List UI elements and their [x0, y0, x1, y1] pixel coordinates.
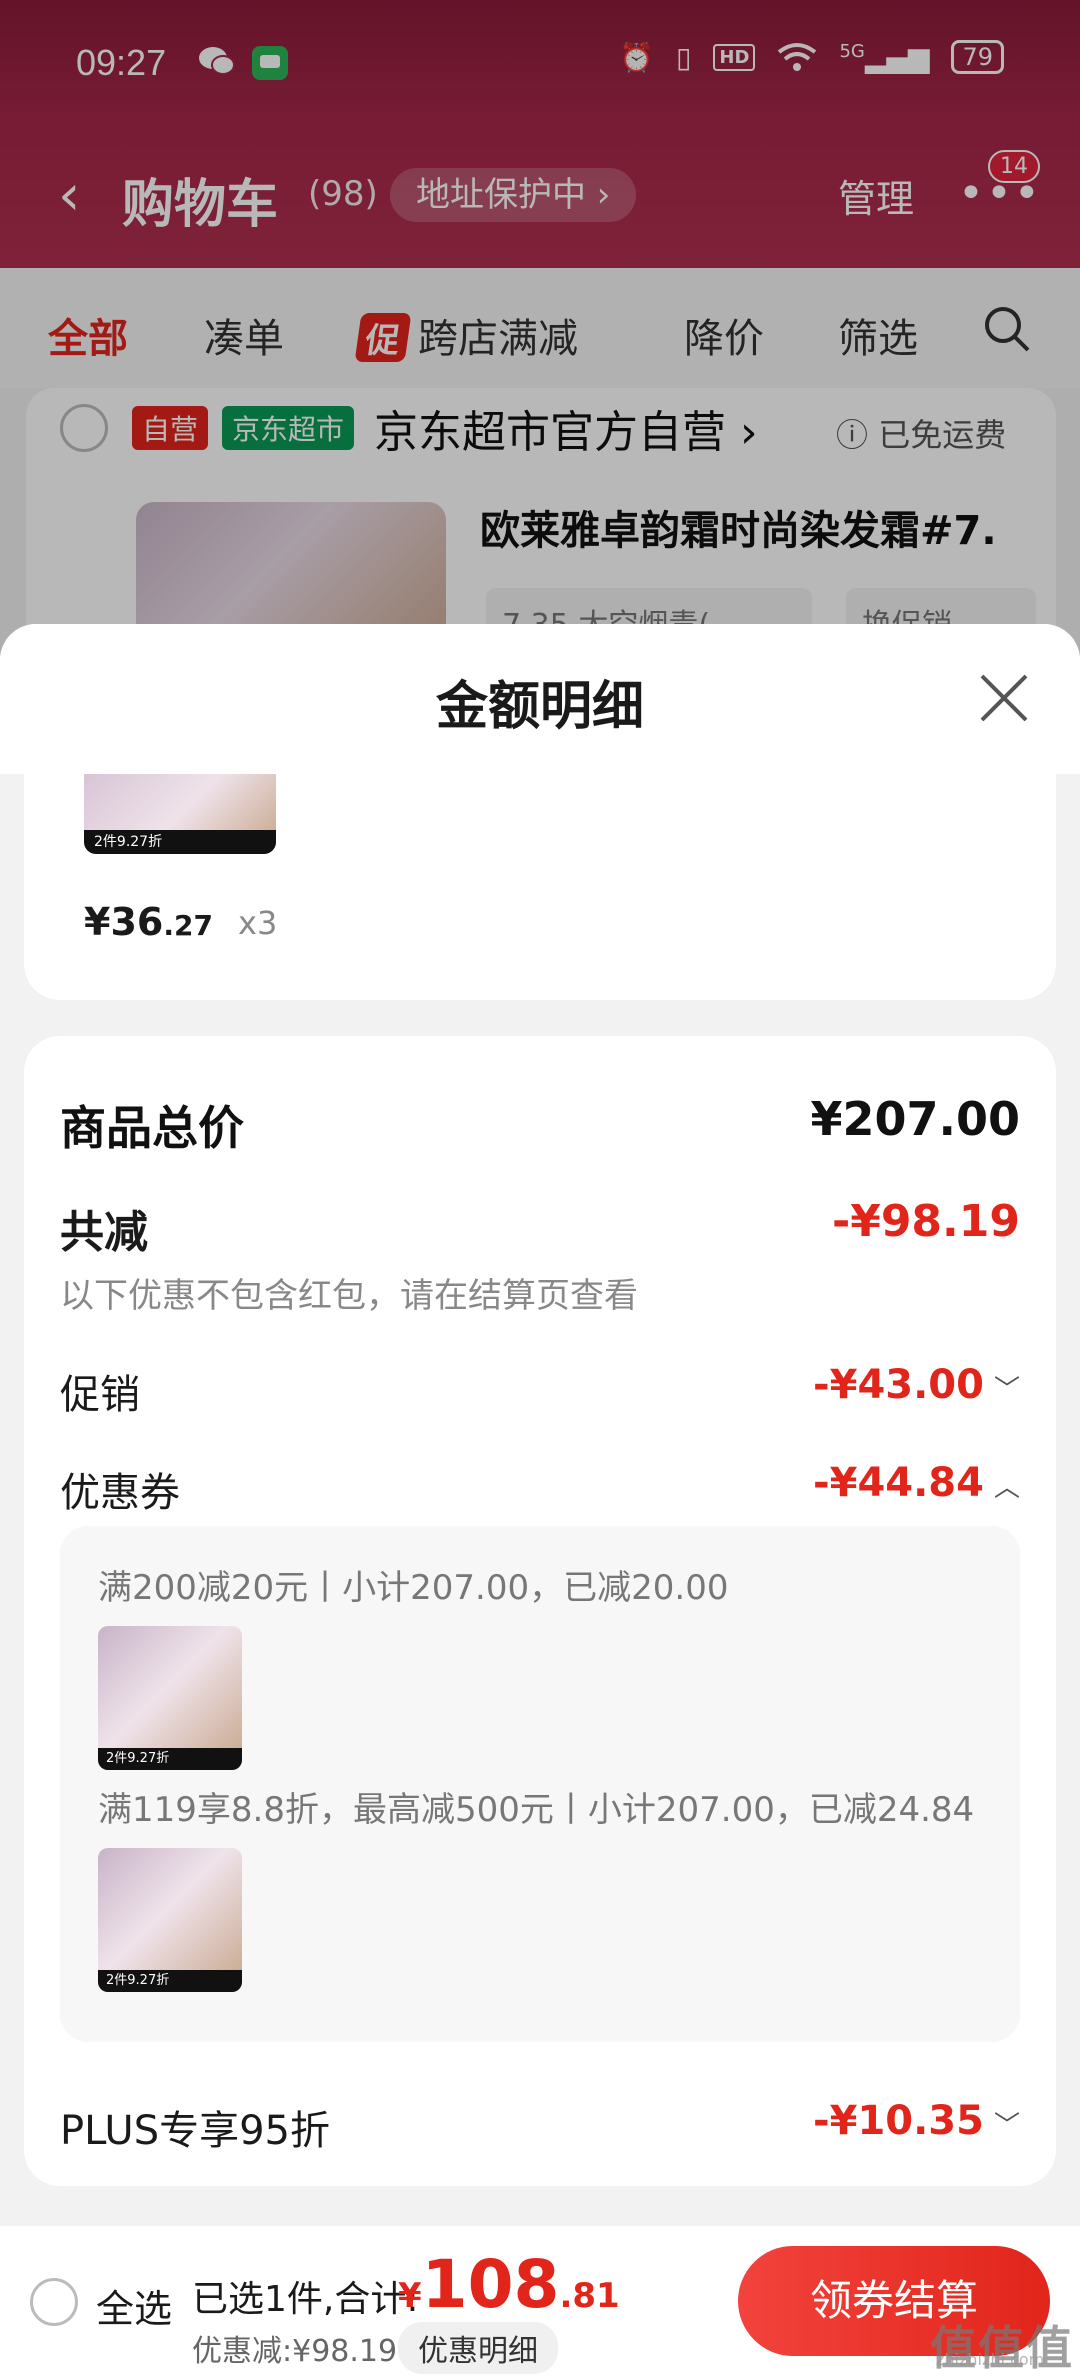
sheet-title: 金额明细 — [435, 677, 644, 737]
amount-detail-sheet: 金额明细 2件9.27折 ¥36.27 x3 商品总价 ¥207.00 共减 -… — [0, 624, 1080, 2376]
reduce-label: 共减 — [60, 1207, 148, 1258]
amount-int: 108 — [421, 2246, 560, 2323]
plus-value-wrap: -¥10.35 ﹀ — [813, 2098, 1020, 2144]
coupon-thumb-text: 2件9.27折 — [98, 1748, 242, 1770]
select-all-label[interactable]: 全选 — [96, 2278, 172, 2333]
item-quantity: x3 — [238, 904, 278, 942]
plus-value: -¥10.35 — [813, 2098, 984, 2144]
promo-value: -¥43.00 — [813, 1362, 984, 1408]
plus-label: PLUS专享95折 — [60, 2108, 330, 2154]
item-thumbnail: 2件9.27折 — [84, 774, 276, 854]
thumb-promo-text: 2件9.27折 — [84, 830, 276, 854]
total-amount: ¥108.81 — [398, 2246, 620, 2323]
item-price: ¥36.27 — [84, 900, 213, 944]
sheet-header: 金额明细 — [0, 624, 1080, 774]
reduce-row: 共减 -¥98.19 — [60, 1196, 1020, 1258]
coupon-detail-box: 满200减20元丨小计207.00，已减20.00 2件9.27折 满119享8… — [60, 1526, 1020, 2042]
coupon-label: 优惠券 — [60, 1470, 180, 1516]
discount-summary: 优惠减:¥98.19 — [192, 2334, 398, 2369]
coupon-item-thumbnail: 2件9.27折 — [98, 1626, 242, 1770]
checkout-bar: 全选 已选1件,合计: ¥108.81 优惠减:¥98.19 优惠明细 领券结算 — [0, 2226, 1080, 2376]
total-label: 商品总价 — [60, 1101, 244, 1155]
chevron-up-icon: ︿ — [993, 1473, 1020, 1503]
total-row: 商品总价 ¥207.00 — [60, 1092, 1020, 1155]
reduce-value: -¥98.19 — [831, 1196, 1020, 1247]
close-icon[interactable] — [976, 670, 1032, 726]
coupon-value: -¥44.84 — [813, 1460, 984, 1506]
chevron-down-icon: ﹀ — [993, 1375, 1020, 1405]
selected-items-card: 2件9.27折 ¥36.27 x3 — [24, 774, 1056, 1000]
chevron-down-icon: ﹀ — [993, 2111, 1020, 2141]
coupon-value-wrap: -¥44.84 ︿ — [813, 1460, 1020, 1506]
watermark-site: zhizhizhi.com — [936, 2350, 1045, 2369]
promo-label: 促销 — [60, 1372, 140, 1418]
coupon-thumb-text: 2件9.27折 — [98, 1970, 242, 1992]
discount-detail-button[interactable]: 优惠明细 — [398, 2322, 558, 2374]
selected-summary: 已选1件,合计: — [192, 2279, 419, 2320]
total-value: ¥207.00 — [810, 1092, 1020, 1146]
select-all-radio[interactable] — [30, 2278, 78, 2326]
coupon-line-2: 满119享8.8折，最高减500元丨小计207.00，已减24.84 — [98, 1790, 975, 1830]
coupon-line-1: 满200减20元丨小计207.00，已减20.00 — [98, 1568, 729, 1608]
coupon-item-thumbnail: 2件9.27折 — [98, 1848, 242, 1992]
item-price-int: ¥36 — [84, 900, 164, 944]
price-breakdown-card: 商品总价 ¥207.00 共减 -¥98.19 以下优惠不包含红包，请在结算页查… — [24, 1036, 1056, 2186]
item-price-dec: .27 — [163, 909, 213, 942]
plus-row[interactable]: PLUS专享95折 -¥10.35 ﹀ — [60, 2098, 1020, 2158]
amount-dec: .81 — [559, 2276, 620, 2316]
amount-currency: ¥ — [398, 2276, 422, 2316]
coupon-row[interactable]: 优惠券 -¥44.84 ︿ — [60, 1460, 1020, 1520]
promo-row[interactable]: 促销 -¥43.00 ﹀ — [60, 1362, 1020, 1422]
discount-note: 以下优惠不包含红包，请在结算页查看 — [60, 1276, 638, 1316]
promo-value-wrap: -¥43.00 ﹀ — [813, 1362, 1020, 1408]
